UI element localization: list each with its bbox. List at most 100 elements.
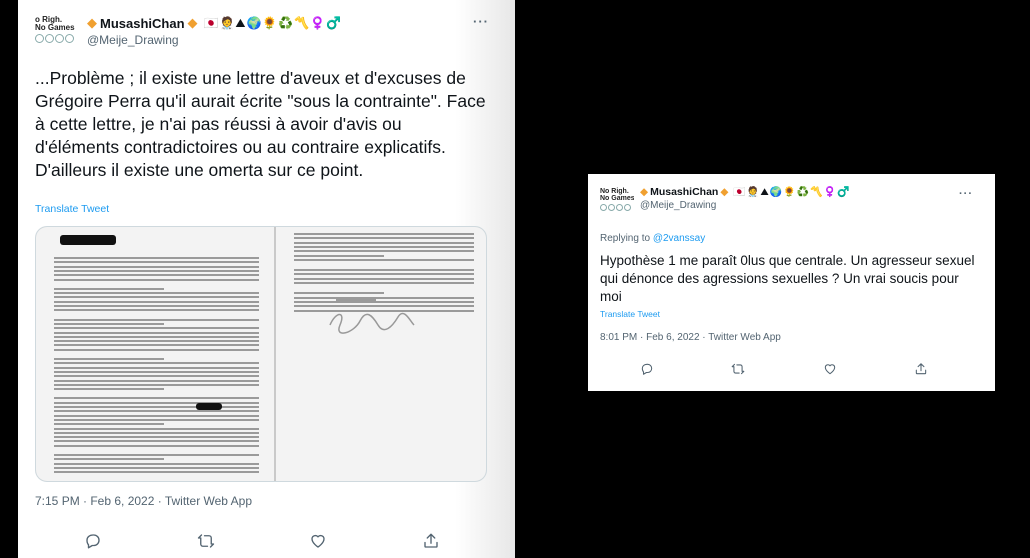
letter-text-line — [54, 257, 259, 259]
letter-text-line — [54, 340, 259, 343]
letter-text-line — [54, 274, 259, 277]
share-icon[interactable] — [914, 362, 928, 376]
signature-scribble — [329, 312, 415, 334]
retweet-icon[interactable] — [197, 532, 215, 550]
letter-text-line — [294, 292, 384, 295]
user-handle[interactable]: @Meije_Drawing — [640, 200, 850, 211]
letter-text-line — [54, 444, 259, 447]
retweet-icon[interactable] — [731, 362, 745, 376]
letter-text-line — [54, 261, 259, 264]
letter-text-line — [294, 245, 474, 248]
letter-text-line — [294, 258, 474, 261]
letter-text-line — [294, 269, 474, 272]
like-icon[interactable] — [309, 532, 327, 550]
letter-text-line — [54, 383, 259, 386]
share-icon[interactable] — [422, 532, 440, 550]
letter-text-line — [54, 431, 259, 434]
avatar[interactable]: No Righ. No Games — [600, 186, 634, 222]
avatar[interactable]: o Righ. No Games — [35, 14, 79, 58]
tweet-header: o Righ. No Games ◆ MusashiChan ◆ 🇯🇵🧑‍⚕️⛰… — [35, 14, 342, 58]
letter-text-line — [54, 265, 259, 268]
letter-text-line — [54, 331, 259, 334]
display-name-line[interactable]: ◆ MusashiChan ◆ 🇯🇵🧑‍⚕️⛰🌍🌻♻️〽️♀️♂️ — [640, 186, 850, 198]
letter-text-line — [54, 462, 259, 465]
reply-icon[interactable] — [84, 532, 102, 550]
redaction-mark — [196, 403, 222, 410]
letter-text-line — [54, 358, 164, 360]
more-options-icon[interactable]: ··· — [473, 14, 489, 29]
tweet-actions — [84, 532, 440, 550]
letter-text-line — [294, 254, 384, 257]
letter-text-line — [54, 322, 164, 325]
tweet-timestamp[interactable]: 8:01 PM · Feb 6, 2022 · Twitter Web App — [600, 332, 781, 343]
letter-text-line — [54, 318, 259, 321]
tweet-header: No Righ. No Games ◆ MusashiChan ◆ 🇯🇵🧑‍⚕️… — [600, 186, 850, 222]
letter-text-line — [54, 406, 259, 408]
letter-text-line — [54, 296, 259, 299]
letter-text-line — [54, 344, 259, 347]
letter-text-line — [294, 282, 474, 284]
letter-text-line — [54, 423, 164, 426]
display-name[interactable]: MusashiChan — [100, 16, 185, 31]
diamond-icon: ◆ — [640, 186, 649, 198]
letter-text-line — [294, 237, 474, 240]
more-options-icon[interactable]: ··· — [959, 188, 973, 200]
letter-text-line — [294, 250, 474, 253]
letter-text-line — [54, 379, 259, 382]
letter-text-line — [54, 327, 259, 330]
tweet-card-1: o Righ. No Games ◆ MusashiChan ◆ 🇯🇵🧑‍⚕️⛰… — [18, 0, 515, 558]
letter-text-line — [54, 300, 259, 303]
letter-text-line — [54, 397, 259, 400]
letter-text-line — [54, 278, 259, 281]
letter-text-line — [54, 410, 259, 413]
tweet-image[interactable] — [35, 226, 487, 482]
letter-text-line — [54, 414, 259, 417]
letter-text-line — [54, 427, 259, 430]
avatar-text-line2: No Games — [35, 23, 75, 32]
like-icon[interactable] — [823, 362, 837, 376]
name-emoji: 🇯🇵🧑‍⚕️⛰🌍🌻♻️〽️♀️♂️ — [203, 15, 343, 30]
letter-text-line — [336, 299, 376, 301]
letter-text-line — [54, 362, 259, 365]
replying-to-label: Replying to — [600, 233, 653, 244]
letter-text-line — [54, 388, 164, 391]
letter-text-line — [54, 309, 259, 312]
olympic-rings-icon — [35, 34, 79, 43]
letter-text-line — [54, 335, 259, 338]
diamond-icon: ◆ — [87, 15, 97, 30]
letter-text-line — [54, 292, 259, 295]
letter-text-line — [294, 241, 474, 244]
tweet-actions — [640, 362, 928, 376]
letter-text-line — [294, 233, 474, 235]
letter-text-line — [54, 401, 259, 404]
letter-text-line — [54, 348, 259, 351]
translate-tweet-link[interactable]: Translate Tweet — [35, 203, 109, 215]
letter-text-line — [54, 366, 259, 369]
letter-text-line — [54, 287, 164, 290]
letter-text-line — [54, 471, 259, 474]
letter-text-line — [54, 458, 164, 461]
translate-tweet-link[interactable]: Translate Tweet — [600, 309, 660, 319]
user-handle[interactable]: @Meije_Drawing — [87, 33, 342, 47]
avatar-text-line2: No Games — [600, 195, 634, 202]
olympic-rings-icon — [600, 204, 634, 211]
letter-text-line — [54, 370, 259, 373]
letter-text-line — [54, 269, 259, 272]
letter-text-line — [54, 436, 259, 439]
tweet-card-2: No Righ. No Games ◆ MusashiChan ◆ 🇯🇵🧑‍⚕️… — [588, 174, 995, 391]
letter-text-line — [294, 300, 474, 303]
name-emoji: 🇯🇵🧑‍⚕️⛰🌍🌻♻️〽️♀️♂️ — [733, 186, 851, 198]
letter-text-line — [294, 277, 474, 280]
display-name[interactable]: MusashiChan — [650, 186, 718, 198]
diamond-icon: ◆ — [720, 186, 729, 198]
replying-to: Replying to @2vanssay — [600, 233, 705, 244]
letter-page-right — [276, 227, 486, 481]
replying-to-handle[interactable]: @2vanssay — [653, 233, 705, 244]
tweet-timestamp[interactable]: 7:15 PM · Feb 6, 2022 · Twitter Web App — [35, 494, 252, 508]
reply-icon[interactable] — [640, 362, 654, 376]
avatar-text-line1: No Righ. — [600, 188, 629, 195]
letter-text-line — [54, 305, 259, 307]
letter-text-line — [294, 273, 474, 276]
display-name-line[interactable]: ◆ MusashiChan ◆ 🇯🇵🧑‍⚕️⛰🌍🌻♻️〽️♀️♂️ — [87, 15, 342, 31]
tweet-text: ...Problème ; il existe une lettre d'ave… — [35, 68, 486, 180]
